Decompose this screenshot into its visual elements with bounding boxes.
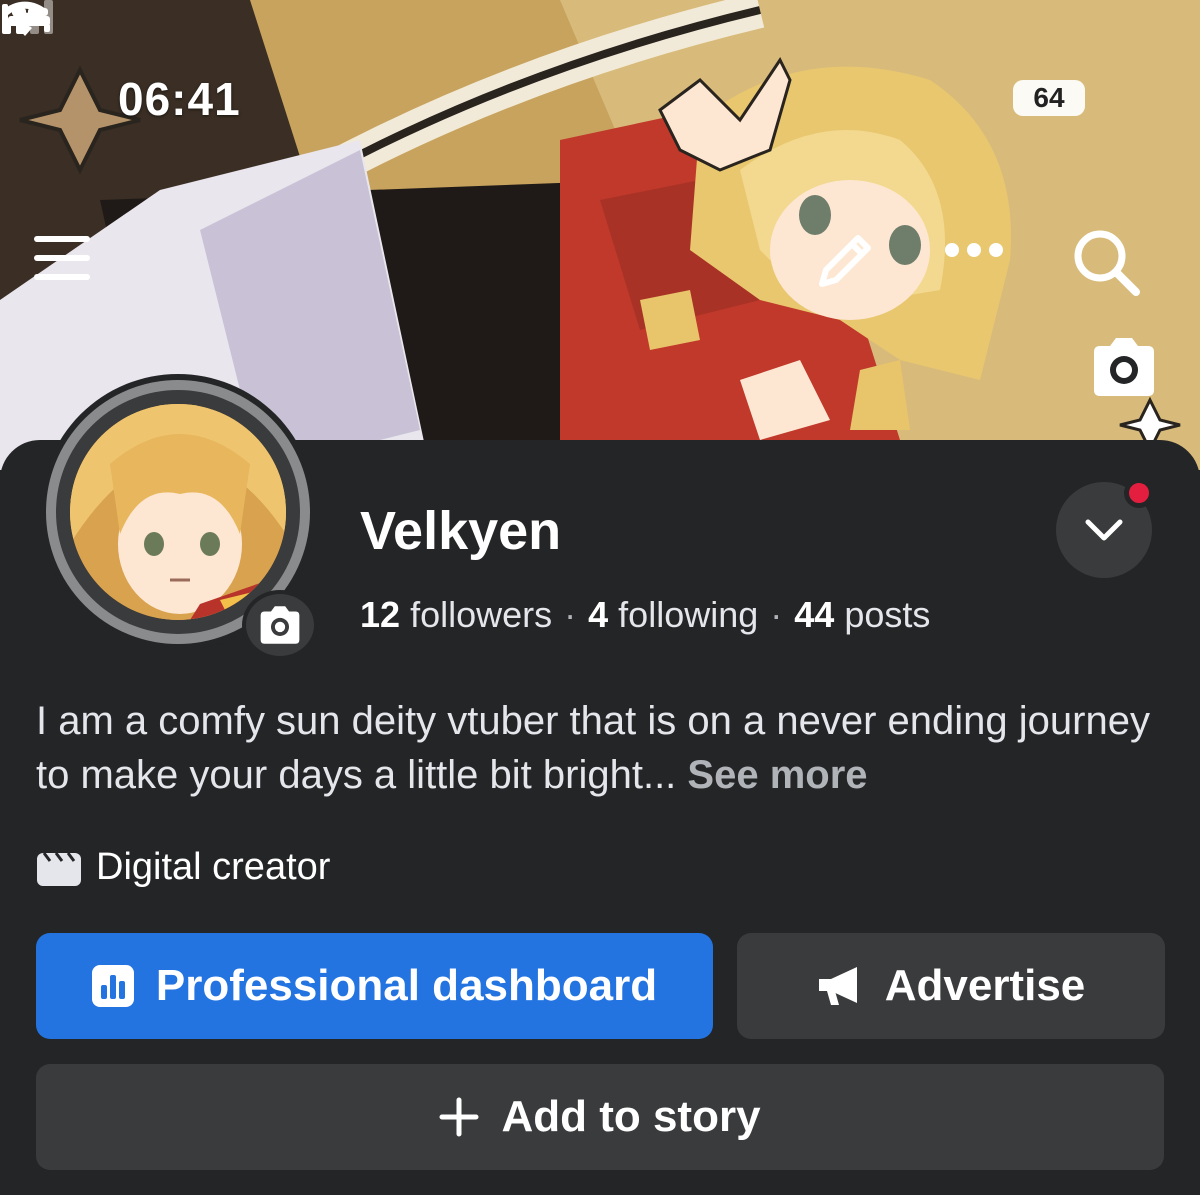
posts-link[interactable]: 44 posts <box>794 594 930 635</box>
more-options-button[interactable] <box>942 240 1014 290</box>
add-to-story-button[interactable]: Add to story <box>36 1064 1164 1170</box>
add-story-label: Add to story <box>501 1092 761 1141</box>
edit-profile-button[interactable] <box>812 230 884 302</box>
profile-stats: 12 followers · 4 following · 44 posts <box>360 594 930 636</box>
following-label: following <box>618 594 759 635</box>
menu-button[interactable] <box>30 230 100 294</box>
posts-count: 44 <box>794 594 835 635</box>
avatar-artwork <box>70 404 286 620</box>
battery-indicator: 64 <box>1013 80 1085 116</box>
bio-text: I am a comfy sun deity vtuber that is on… <box>36 699 1150 797</box>
profile-category: Digital creator <box>36 846 330 889</box>
search-icon <box>1074 230 1140 296</box>
notification-dot <box>1124 478 1154 508</box>
followers-link[interactable]: 12 followers <box>360 594 552 635</box>
more-icon <box>945 243 1003 257</box>
menu-icon <box>34 236 90 280</box>
professional-dashboard-button[interactable]: Professional dashboard <box>36 933 713 1039</box>
dashboard-label: Professional dashboard <box>155 961 658 1010</box>
clapperboard-icon <box>37 851 81 886</box>
following-link[interactable]: 4 following <box>588 594 758 635</box>
following-count: 4 <box>588 594 609 635</box>
megaphone-icon <box>818 967 857 1005</box>
stats-separator: · <box>564 594 577 635</box>
plus-icon <box>439 1097 479 1137</box>
chevron-down-icon <box>1085 519 1123 541</box>
followers-label: followers <box>410 594 553 635</box>
see-more-link[interactable]: See more <box>687 753 867 797</box>
followers-count: 12 <box>360 594 401 635</box>
category-label: Digital creator <box>96 846 331 888</box>
profile-name: Velkyen <box>360 501 562 561</box>
advertise-label: Advertise <box>884 961 1086 1010</box>
pencil-icon <box>819 235 871 287</box>
posts-label: posts <box>844 594 931 635</box>
avatar[interactable] <box>70 404 286 620</box>
bar-chart-icon <box>91 965 134 1007</box>
wifi-icon <box>2 1 48 36</box>
search-button[interactable] <box>1070 226 1150 306</box>
edit-cover-photo-button[interactable] <box>1088 336 1160 402</box>
camera-icon <box>260 606 300 644</box>
stats-separator: · <box>770 594 783 635</box>
status-time: 06:41 <box>118 73 241 125</box>
profile-bio: I am a comfy sun deity vtuber that is on… <box>36 694 1166 802</box>
change-avatar-button[interactable] <box>242 590 318 660</box>
camera-icon <box>1094 338 1154 396</box>
advertise-button[interactable]: Advertise <box>737 933 1165 1039</box>
